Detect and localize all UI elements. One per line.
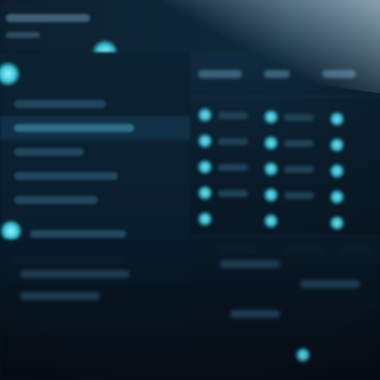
- sidebar-item-label-placeholder: [14, 100, 106, 108]
- cell-value-placeholder: [218, 112, 248, 119]
- status-dot-icon: [330, 164, 344, 178]
- column-header-placeholder[interactable]: [198, 70, 242, 78]
- sidebar-item-label-placeholder: [14, 124, 134, 132]
- status-dot-icon: [198, 212, 212, 226]
- cell-value-placeholder: [284, 192, 314, 199]
- panel-line-placeholder: [20, 292, 100, 300]
- row-divider: [190, 236, 380, 237]
- cell-value-placeholder: [284, 114, 314, 121]
- status-dot-icon: [296, 348, 310, 362]
- dashboard-screen: [0, 0, 380, 380]
- status-dot-icon: [198, 108, 212, 122]
- status-dot-icon: [198, 186, 212, 200]
- status-dot-icon: [198, 134, 212, 148]
- status-dot-icon: [198, 160, 212, 174]
- status-dot-icon: [330, 138, 344, 152]
- cell-value-placeholder: [218, 164, 248, 171]
- top-bar: [0, 0, 280, 66]
- panel-line-placeholder: [230, 310, 280, 318]
- column-header-placeholder[interactable]: [264, 70, 290, 78]
- cell-value-placeholder: [284, 140, 314, 147]
- status-dot-icon: [264, 162, 278, 176]
- sidebar-item-label-placeholder: [14, 196, 98, 204]
- status-dot-icon: [264, 136, 278, 150]
- sidebar-item[interactable]: [0, 188, 190, 212]
- sidebar-item[interactable]: [0, 140, 190, 164]
- app-subtitle-placeholder: [6, 32, 40, 38]
- sidebar-item[interactable]: [0, 116, 190, 140]
- panel-line-placeholder: [220, 260, 280, 268]
- sidebar-item-label-placeholder: [14, 172, 118, 180]
- cell-value-placeholder: [218, 190, 248, 197]
- sidebar-item-label-placeholder: [14, 148, 84, 156]
- panel-line-placeholder: [20, 270, 130, 278]
- row-divider: [190, 96, 380, 97]
- status-dot-icon: [330, 112, 344, 126]
- column-header-placeholder[interactable]: [322, 70, 356, 78]
- status-dot-icon: [264, 110, 278, 124]
- bottom-panel: [0, 240, 380, 380]
- cell-value-placeholder: [284, 166, 314, 173]
- status-dot-icon: [330, 216, 344, 230]
- cell-value-placeholder: [218, 138, 248, 145]
- status-dot-icon[interactable]: [0, 62, 20, 86]
- status-dot-icon: [264, 188, 278, 202]
- panel-line-placeholder: [300, 280, 360, 288]
- sidebar-item[interactable]: [0, 164, 190, 188]
- sidebar-item-label-placeholder: [30, 230, 126, 238]
- status-dot-icon: [330, 190, 344, 204]
- sidebar-item[interactable]: [0, 92, 190, 116]
- app-title-placeholder: [6, 14, 90, 22]
- status-dot-icon: [264, 214, 278, 228]
